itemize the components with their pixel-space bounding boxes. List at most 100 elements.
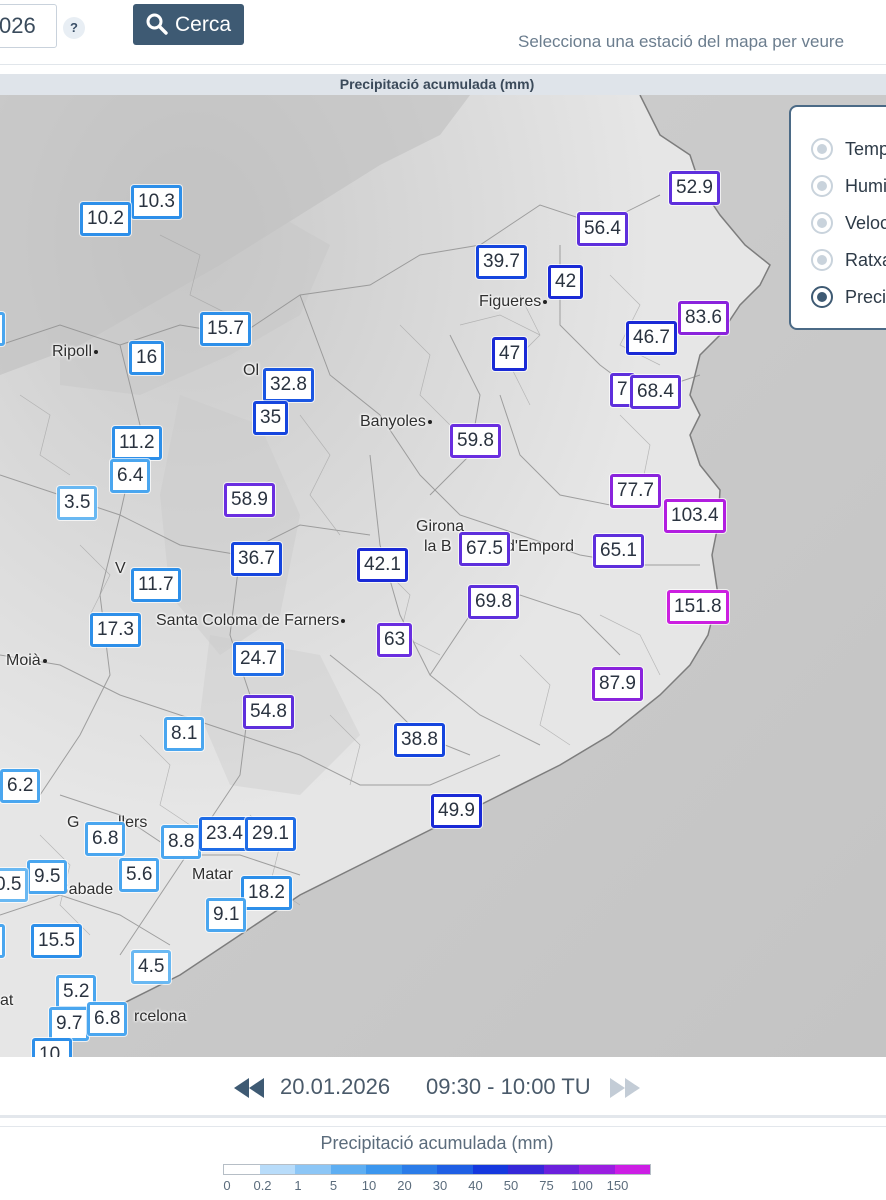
town-label: Ol (243, 362, 259, 379)
legend-color-segment (614, 1165, 650, 1174)
station-marker[interactable]: 56.4 (577, 212, 628, 246)
variable-option-wind-speed[interactable]: Veloc (811, 211, 886, 235)
station-marker[interactable]: 0.5 (0, 868, 29, 902)
help-icon[interactable]: ? (63, 17, 85, 39)
station-marker[interactable]: 36.7 (231, 542, 282, 576)
station-marker[interactable]: 6.8 (85, 822, 126, 856)
station-marker[interactable]: 59.8 (450, 424, 501, 458)
station-marker[interactable]: 10. (32, 1038, 73, 1057)
town-label: d'Empord (506, 538, 574, 555)
station-marker[interactable]: 8.8 (161, 825, 202, 859)
station-marker[interactable]: 77.7 (610, 474, 661, 508)
town-label: Girona (416, 518, 465, 535)
station-marker[interactable]: 83.6 (678, 301, 729, 335)
radio-icon[interactable] (811, 175, 833, 197)
radio-icon[interactable] (811, 249, 833, 271)
legend-color-scale (223, 1164, 651, 1175)
divider (0, 1115, 886, 1118)
search-button-label: Cerca (175, 13, 232, 36)
precipitation-map[interactable]: Ripoll Ol Figueres Banyoles Girona la B d'Empo… (0, 95, 886, 1057)
station-marker[interactable]: 10.2 (80, 202, 131, 236)
station-marker[interactable]: 11.7 (131, 568, 181, 602)
legend-color-segment (472, 1165, 508, 1174)
variable-option-temp[interactable]: Temp (811, 137, 886, 161)
variable-option-humidity[interactable]: Humi (811, 174, 886, 198)
town-label: Banyoles (360, 413, 432, 431)
station-marker[interactable]: 9.1 (206, 898, 247, 932)
divider (0, 64, 886, 65)
legend-color-segment (401, 1165, 437, 1174)
town-label: G (67, 814, 80, 831)
legend-tick-label: 100 (571, 1178, 593, 1193)
town-label: at (0, 992, 14, 1009)
station-marker[interactable]: 42 (548, 265, 584, 299)
station-marker[interactable]: 5 (0, 924, 5, 958)
variable-option-gust[interactable]: Ratxa (811, 248, 886, 272)
page: 026 ? Cerca Selecciona una estació del m… (0, 0, 886, 1200)
station-marker[interactable]: 24.7 (233, 642, 284, 676)
station-marker[interactable]: 23.4 (199, 817, 250, 851)
legend-color-segment (366, 1165, 402, 1174)
legend-tick-label: 1 (294, 1178, 302, 1193)
date-input[interactable]: 026 (0, 4, 57, 48)
station-marker[interactable]: 15.7 (200, 312, 251, 346)
legend-tick-label: 150 (606, 1178, 629, 1193)
legend-tick-label: 10 (361, 1178, 377, 1193)
station-marker[interactable]: 35 (253, 401, 289, 435)
radio-icon[interactable] (811, 286, 833, 308)
station-marker[interactable]: 63 (377, 623, 413, 657)
time-interval: 09:30 - 10:00 TU (426, 1074, 591, 1099)
town-dot (543, 300, 548, 304)
station-marker[interactable]: 52.9 (669, 171, 720, 205)
station-marker[interactable]: 38.8 (394, 723, 445, 757)
station-marker[interactable]: 68.4 (630, 375, 681, 409)
station-marker[interactable]: 15.5 (31, 924, 82, 958)
station-marker[interactable]: 29.1 (245, 817, 296, 851)
legend-color-segment (437, 1165, 473, 1174)
town-label: Moià (6, 652, 47, 670)
station-marker[interactable]: 16 (129, 341, 165, 375)
station-marker[interactable]: 9.5 (27, 860, 68, 894)
station-marker[interactable]: 6.8 (87, 1002, 128, 1036)
station-marker[interactable]: 54.8 (243, 695, 294, 729)
previous-icon[interactable] (233, 1078, 265, 1098)
legend-tick-label: 30 (432, 1178, 448, 1193)
station-marker[interactable]: 49.9 (431, 794, 482, 828)
station-marker[interactable]: 58.9 (224, 483, 275, 517)
legend-tick-label: 40 (468, 1178, 483, 1193)
station-marker[interactable]: 39.7 (476, 245, 527, 279)
station-marker[interactable]: 5.6 (119, 858, 160, 892)
station-marker[interactable]: 18.2 (241, 876, 292, 910)
search-button[interactable]: Cerca (133, 4, 244, 45)
station-marker[interactable]: 4.5 (131, 950, 172, 984)
station-marker[interactable]: 8.1 (164, 717, 205, 751)
station-marker[interactable]: 65.1 (593, 534, 644, 568)
legend-tick-label: 50 (503, 1178, 519, 1193)
town-label: Ripoll (52, 343, 99, 361)
radio-icon[interactable] (811, 212, 833, 234)
station-marker[interactable]: 103.4 (664, 499, 726, 533)
search-icon (146, 13, 168, 35)
station-marker[interactable]: 11.2 (112, 426, 162, 460)
station-marker[interactable]: 151.8 (667, 590, 729, 624)
station-marker[interactable]: 17.3 (90, 613, 141, 647)
station-marker[interactable]: 87.9 (592, 667, 643, 701)
station-marker[interactable]: 67.5 (459, 532, 510, 566)
variable-option-precipitation[interactable]: Precip (811, 285, 886, 309)
station-marker[interactable]: 47 (492, 337, 528, 371)
station-marker[interactable]: 6.2 (0, 769, 41, 803)
station-marker[interactable]: 69.8 (468, 585, 519, 619)
station-marker[interactable]: 6.4 (110, 459, 151, 493)
legend-color-segment (224, 1165, 260, 1174)
station-marker[interactable]: 32.8 (263, 368, 314, 402)
radio-icon[interactable] (811, 138, 833, 160)
station-marker[interactable]: 10.3 (131, 185, 182, 219)
station-marker[interactable]: 42.1 (357, 548, 408, 582)
legend-color-segment (543, 1165, 579, 1174)
station-marker[interactable]: 9.7 (49, 1007, 90, 1041)
station-marker[interactable]: 46.7 (626, 321, 677, 355)
next-icon[interactable] (609, 1078, 641, 1098)
current-date: 20.01.2026 (280, 1074, 391, 1099)
station-marker[interactable]: 6 (0, 312, 5, 346)
station-marker[interactable]: 3.5 (57, 486, 98, 520)
